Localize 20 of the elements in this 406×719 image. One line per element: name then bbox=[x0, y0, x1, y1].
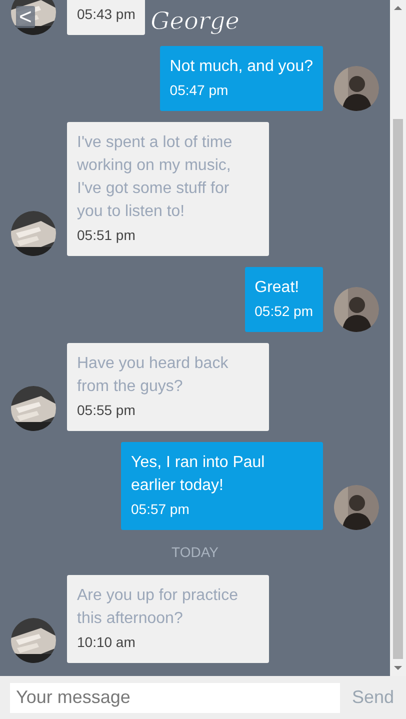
message-text: Are you up for practice this afternoon? bbox=[77, 586, 239, 629]
message-time: 05:43 pm bbox=[77, 5, 136, 24]
message-field[interactable]: Your message bbox=[10, 682, 340, 712]
message-time: 10:10 am bbox=[77, 633, 136, 652]
message-text: Great! bbox=[254, 278, 300, 298]
date-separator: TODAY bbox=[172, 543, 218, 562]
scroll-up-icon[interactable] bbox=[394, 5, 402, 11]
message-time: 05:55 pm bbox=[77, 401, 136, 420]
message-time: 05:57 pm bbox=[131, 500, 190, 519]
chat-title: George bbox=[150, 9, 240, 33]
message-time: 05:51 pm bbox=[77, 226, 136, 245]
message-time: 05:52 pm bbox=[254, 302, 313, 321]
message-text: Have you heard back from the guys? bbox=[77, 354, 230, 397]
send-button[interactable]: Send bbox=[352, 684, 394, 711]
message-time: 05:47 pm bbox=[170, 81, 230, 100]
message-text: Not much, and you? bbox=[170, 57, 313, 77]
message-text: I've spent a lot of time working on my music, I've got some stuff for you to listen to! bbox=[77, 133, 234, 222]
scroll-down-icon[interactable] bbox=[394, 665, 402, 671]
message-text: Yes, I ran into Paul earlier today! bbox=[131, 453, 266, 496]
back-button[interactable]: < bbox=[16, 6, 35, 28]
